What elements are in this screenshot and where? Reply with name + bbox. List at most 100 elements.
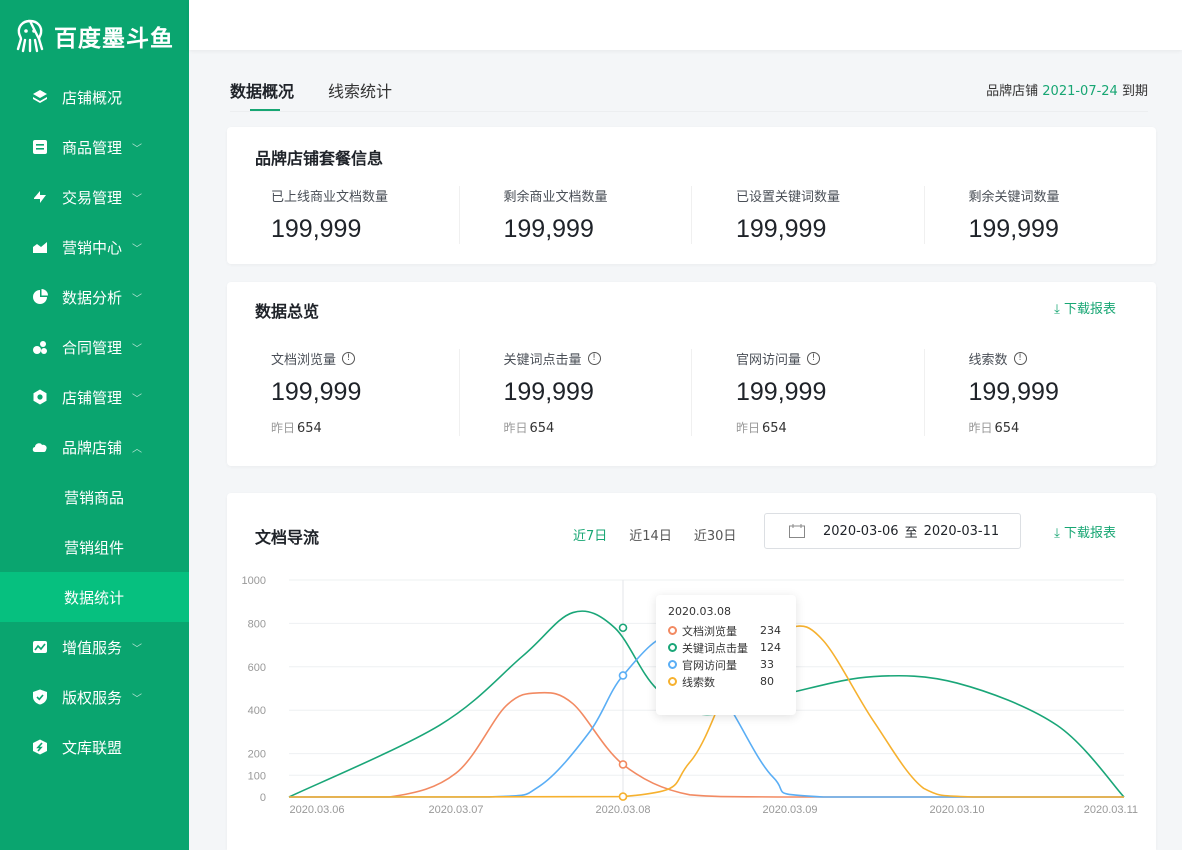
tooltip-row: 文档浏览量 234 — [668, 622, 784, 639]
stat-value: 199,999 — [271, 378, 362, 406]
info-icon[interactable]: ! — [807, 352, 821, 365]
chart-tooltip: 2020.03.08 文档浏览量 234 关键词点击量 124 官网访问量 33 线索数 80 — [656, 595, 796, 715]
sidebar-item-menu-1[interactable]: 商品管理 ﹀ — [0, 122, 189, 172]
stat-value: 199,999 — [736, 378, 827, 406]
sidebar-item-menu_bottom-2[interactable]: 文库联盟 — [0, 722, 189, 772]
sidebar-subitem-2[interactable]: 数据统计 — [0, 572, 189, 622]
overview-download-link[interactable]: ⤓ 下载报表 — [1054, 298, 1116, 317]
overview-card: 数据总览 ⤓ 下载报表 文档浏览量! 199,999 昨日 654 关键词点击量! 199… — [227, 282, 1156, 466]
logo-text: 百度墨斗鱼 — [54, 26, 174, 52]
tooltip-series-value: 124 — [760, 641, 781, 654]
exchange-icon — [32, 189, 48, 205]
sidebar-item-menu-4[interactable]: 数据分析 ﹀ — [0, 272, 189, 322]
top-bar — [189, 0, 1182, 50]
chevron-down-icon: ﹀ — [132, 193, 143, 205]
stat-label: 文档浏览量 — [271, 353, 337, 368]
info-icon[interactable]: ! — [587, 352, 601, 365]
yesterday-value: 654 — [297, 421, 322, 436]
chevron-down-icon: ﹀ — [132, 243, 143, 255]
overview-stat: 文档浏览量! 199,999 昨日 654 — [227, 349, 459, 436]
sidebar-item-menu-2[interactable]: 交易管理 ﹀ — [0, 172, 189, 222]
info-icon[interactable]: ! — [1013, 352, 1027, 365]
yesterday-label: 昨日 — [968, 421, 993, 435]
stat-label: 已设置关键词数量 — [736, 190, 841, 205]
flow-card: 文档导流 近7日 近14日 近30日 2020-03-06 至 2020-03-… — [227, 493, 1156, 850]
sidebar-item-label: 品牌店铺 — [62, 438, 123, 457]
overview-stat: 官网访问量! 199,999 昨日 654 — [691, 349, 924, 436]
stat-label-row: 文档浏览量! — [271, 349, 459, 368]
sidebar-item-menu-0[interactable]: 店铺概况 — [0, 72, 189, 122]
sidebar-item-label: 店铺管理 — [62, 388, 123, 407]
sidebar-item-label: 交易管理 — [62, 188, 123, 207]
stat-yesterday: 昨日 654 — [504, 419, 692, 436]
chevron-down-icon: ﹀ — [132, 293, 143, 305]
tooltip-title: 2020.03.08 — [668, 605, 731, 618]
yesterday-label: 昨日 — [503, 421, 528, 435]
expiry-prefix: 品牌店铺 — [986, 84, 1039, 99]
stat-label-row: 关键词点击量! — [504, 349, 692, 368]
stat-label: 剩余商业文档数量 — [503, 190, 608, 205]
tooltip-row: 线索数 80 — [668, 673, 784, 690]
sidebar-item-menu-5[interactable]: 合同管理 ﹀ — [0, 322, 189, 372]
tab-bar: 数据概况 线索统计 品牌店铺 2021-07-24 到期 — [230, 78, 1148, 112]
x-tick-label: 2020.03.09 — [762, 804, 817, 816]
y-tick-label: 600 — [248, 662, 266, 674]
tooltip-row: 官网访问量 33 — [668, 656, 784, 673]
logo[interactable]: 百度墨斗鱼 — [0, 0, 189, 72]
stat-value: 199,999 — [271, 215, 362, 243]
stat-label: 官网访问量 — [736, 353, 802, 368]
tooltip-series-name: 官网访问量 — [682, 658, 737, 672]
sidebar-item-menu_bottom-0[interactable]: 增值服务 ﹀ — [0, 622, 189, 672]
chevron-down-icon: ﹀ — [132, 393, 143, 405]
y-tick-label: 1000 — [242, 575, 266, 587]
package-title: 品牌店铺套餐信息 — [255, 149, 384, 168]
chevron-down-icon: ﹀ — [132, 143, 143, 155]
sidebar-item-menu-7[interactable]: 品牌店铺 ︿ — [0, 422, 189, 472]
yesterday-value: 654 — [529, 421, 555, 436]
yesterday-label: 昨日 — [271, 421, 296, 435]
sidebar-subitem-0[interactable]: 营销商品 — [0, 472, 189, 522]
tooltip-series-name: 文档浏览量 — [682, 624, 737, 638]
tab-lead-stats[interactable]: 线索统计 — [328, 78, 392, 110]
squid-logo-icon — [16, 19, 44, 53]
sidebar-item-label: 文库联盟 — [62, 738, 123, 757]
chevron-down-icon: ﹀ — [132, 343, 143, 355]
chevron-down-icon: ﹀ — [132, 693, 143, 705]
stat-label: 关键词点击量 — [503, 353, 582, 368]
stat-label: 剩余关键词数量 — [968, 190, 1060, 205]
package-stat: 已上线商业文档数量 199,999 — [227, 186, 459, 244]
sidebar-item-menu-6[interactable]: 店铺管理 ﹀ — [0, 372, 189, 422]
stat-label: 线索数 — [968, 353, 1008, 368]
stat-value: 199,999 — [736, 215, 827, 243]
chevron-down-icon: ﹀ — [132, 643, 143, 655]
overview-stat: 线索数! 199,999 昨日 654 — [923, 349, 1157, 436]
y-tick-label: 400 — [248, 705, 266, 717]
info-icon[interactable]: ! — [342, 352, 356, 365]
list-icon — [32, 139, 48, 155]
tooltip-series-value: 33 — [760, 658, 774, 671]
sidebar: 百度墨斗鱼 店铺概况 商品管理 ﹀ 交易管理 ﹀ 营销中心 ﹀ 数据分析 ﹀ 合同管理 ﹀ 店铺管理 ﹀… — [0, 0, 189, 850]
tab-data-overview[interactable]: 数据概况 — [230, 78, 294, 111]
x-tick-label: 2020.03.11 — [1084, 804, 1138, 816]
stat-yesterday: 昨日 654 — [736, 419, 924, 436]
overview-title: 数据总览 — [255, 302, 320, 321]
chart-icon — [32, 639, 48, 655]
stat-label-row: 官网访问量! — [736, 349, 924, 368]
expiry-suffix: 到期 — [1121, 84, 1148, 99]
x-tick-label: 2020.03.07 — [428, 804, 483, 816]
tooltip-series-value: 234 — [760, 624, 781, 637]
sidebar-subitem-1[interactable]: 营销组件 — [0, 522, 189, 572]
series-dot-icon — [668, 677, 677, 686]
yesterday-value: 654 — [762, 421, 787, 436]
yesterday-value: 654 — [994, 421, 1020, 436]
pie-icon — [32, 289, 48, 305]
layers-icon — [32, 89, 48, 105]
sidebar-item-menu_bottom-1[interactable]: 版权服务 ﹀ — [0, 672, 189, 722]
y-tick-label: 200 — [248, 749, 266, 761]
y-tick-label: 0 — [260, 792, 266, 804]
series-dot-icon — [668, 660, 677, 669]
shield-icon — [32, 689, 48, 705]
cloud-icon — [32, 439, 48, 455]
sidebar-item-menu-3[interactable]: 营销中心 ﹀ — [0, 222, 189, 272]
trend-icon — [32, 239, 48, 255]
